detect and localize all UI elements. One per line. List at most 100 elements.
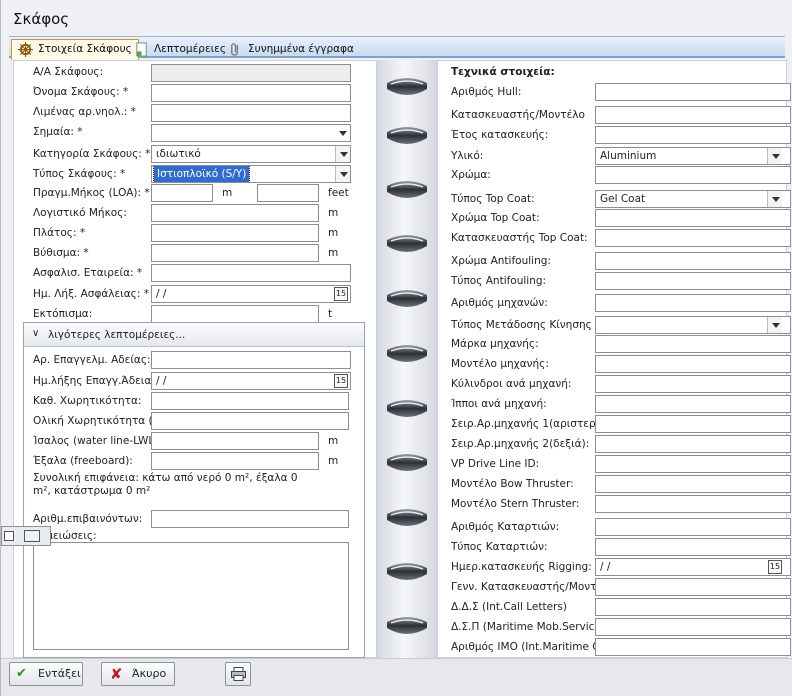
year-field[interactable] [595, 126, 791, 144]
notes-textarea[interactable] [33, 542, 349, 650]
engines-field[interactable] [595, 294, 791, 312]
chevron-down-icon [767, 148, 782, 164]
cylinders-field[interactable] [595, 375, 791, 393]
ok-label: Εντάξει [38, 667, 81, 680]
bow-field[interactable] [595, 475, 791, 493]
name-field[interactable] [151, 84, 351, 102]
cancel-button[interactable]: ✘ Άκυρο [101, 662, 175, 686]
date-value: / / [600, 561, 611, 573]
net-tonnage-label: Καθ. Χωρητικότητα: [33, 395, 142, 407]
serial2-label: Σειρ.Αρ.μηχανής 2(δεξιά): [451, 438, 590, 450]
window-icon[interactable] [24, 530, 40, 542]
vp-label: VP Drive Line ID: [451, 458, 540, 470]
tab-attachments[interactable]: Συνημμένα έγγραφα [221, 39, 361, 59]
chevron-down-icon [767, 191, 782, 207]
binder-ring-icon [387, 400, 427, 417]
collapse-chevron-icon: ∨ [32, 328, 40, 339]
beam-field[interactable] [151, 224, 319, 242]
topcoat-maker-field[interactable] [595, 229, 791, 247]
color-field[interactable] [595, 166, 791, 184]
serial2-field[interactable] [595, 435, 791, 453]
stern-field[interactable] [595, 495, 791, 513]
port-field[interactable] [151, 104, 351, 122]
topcoat-color-field[interactable] [595, 209, 791, 227]
hull-field[interactable] [595, 83, 791, 101]
lwl-field[interactable] [151, 432, 319, 450]
close-icon: ✘ [110, 665, 123, 683]
gross-tonnage-field[interactable] [151, 412, 349, 430]
restore-icon[interactable] [4, 531, 14, 541]
engine-model-field[interactable] [595, 355, 791, 373]
tab-label: Συνημμένα έγγραφα [248, 43, 354, 55]
serial1-field[interactable] [595, 415, 791, 433]
insurer-field[interactable] [151, 264, 351, 282]
engine-brand-field[interactable] [595, 335, 791, 353]
material-select[interactable]: Aluminium [595, 147, 791, 165]
net-tonnage-field[interactable] [151, 392, 349, 410]
loa-m-field[interactable] [151, 184, 213, 202]
cancel-label: Άκυρο [132, 667, 167, 680]
reg-length-field[interactable] [151, 204, 319, 222]
calendar-icon[interactable]: 15 [334, 287, 348, 301]
calendar-icon[interactable]: 15 [768, 560, 782, 574]
binder-ring-icon [387, 78, 427, 95]
gen-builder-field[interactable] [595, 578, 791, 596]
license-no-label: Αρ. Επαγγελμ. Αδείας: [33, 354, 151, 366]
rigging-date-field[interactable]: / / 15 [595, 558, 791, 576]
displacement-label: Εκτόπισμα: [33, 308, 93, 320]
less-details-header[interactable]: ∨ λιγότερες λεπτομέρειες... [24, 323, 364, 347]
type-value: Ιστιοπλοϊκό (S/Y) [152, 166, 251, 182]
license-no-field[interactable] [151, 351, 351, 369]
hp-label: Ίπποι ανά μηχανή: [451, 398, 547, 410]
dialog-title: Σκάφος [13, 10, 70, 28]
af-type-field[interactable] [595, 272, 791, 290]
tab-vessel-info[interactable]: Στοιχεία Σκάφους [11, 39, 139, 60]
calendar-icon[interactable]: 15 [334, 374, 348, 388]
loa-feet-field[interactable] [257, 184, 319, 202]
name-label: Όνομα Σκάφους: * [33, 86, 129, 98]
binder-ring-icon [387, 127, 427, 144]
unit-m: m [328, 435, 339, 447]
topcoat-type-value: Gel Coat [600, 193, 646, 205]
imo-field[interactable] [595, 638, 791, 656]
ok-button[interactable]: ✔ Εντάξει [9, 662, 83, 686]
ship-wheel-icon [18, 42, 33, 57]
draft-field[interactable] [151, 244, 319, 262]
mmsi-field[interactable] [595, 618, 791, 636]
masts-field[interactable] [595, 518, 791, 536]
chevron-down-icon [767, 317, 782, 333]
flag-select[interactable] [151, 124, 351, 142]
type-select[interactable]: Ιστιοπλοϊκό (S/Y) [151, 165, 351, 183]
loa-label: Πραγμ.Μήκος (LOA): * [33, 187, 150, 199]
mast-type-field[interactable] [595, 538, 791, 556]
engine-brand-label: Μάρκα μηχανής: [451, 338, 539, 350]
tab-details[interactable]: Λεπτομέρειες [127, 39, 233, 59]
print-button[interactable] [225, 662, 251, 686]
drive-label: Τύπος Μετάδοσης Κίνησης : [451, 319, 595, 331]
document-icon [136, 42, 147, 57]
passengers-field[interactable] [151, 510, 349, 528]
tab-label: Λεπτομέρειες [154, 43, 227, 55]
category-select[interactable]: ιδιωτικό [151, 145, 351, 163]
callsign-field[interactable] [595, 598, 791, 616]
topcoat-maker-label: Κατασκευαστής Top Coat: [451, 232, 588, 244]
insurance-expiry-field[interactable]: / / 15 [151, 285, 351, 303]
tab-bar: Στοιχεία Σκάφους Λεπτομέρειες Συνημμένα … [9, 36, 785, 60]
vp-field[interactable] [595, 455, 791, 473]
tab-label: Στοιχεία Σκάφους [38, 43, 132, 55]
material-value: Aluminium [600, 150, 657, 162]
license-expiry-field[interactable]: / / 15 [151, 372, 351, 390]
unit-m: m [222, 187, 233, 199]
freeboard-field[interactable] [151, 452, 319, 470]
displacement-field[interactable] [151, 305, 319, 323]
date-value: / / [156, 375, 167, 387]
drive-select[interactable] [595, 316, 791, 334]
builder-field[interactable] [595, 106, 791, 124]
af-color-field[interactable] [595, 252, 791, 270]
binder-ring-icon [387, 290, 427, 307]
bow-label: Μοντέλο Bow Thruster: [451, 478, 574, 490]
topcoat-type-select[interactable]: Gel Coat [595, 190, 791, 208]
binder-ring-icon [387, 235, 427, 252]
hp-field[interactable] [595, 395, 791, 413]
category-label: Κατηγορία Σκάφους: * [33, 148, 151, 160]
